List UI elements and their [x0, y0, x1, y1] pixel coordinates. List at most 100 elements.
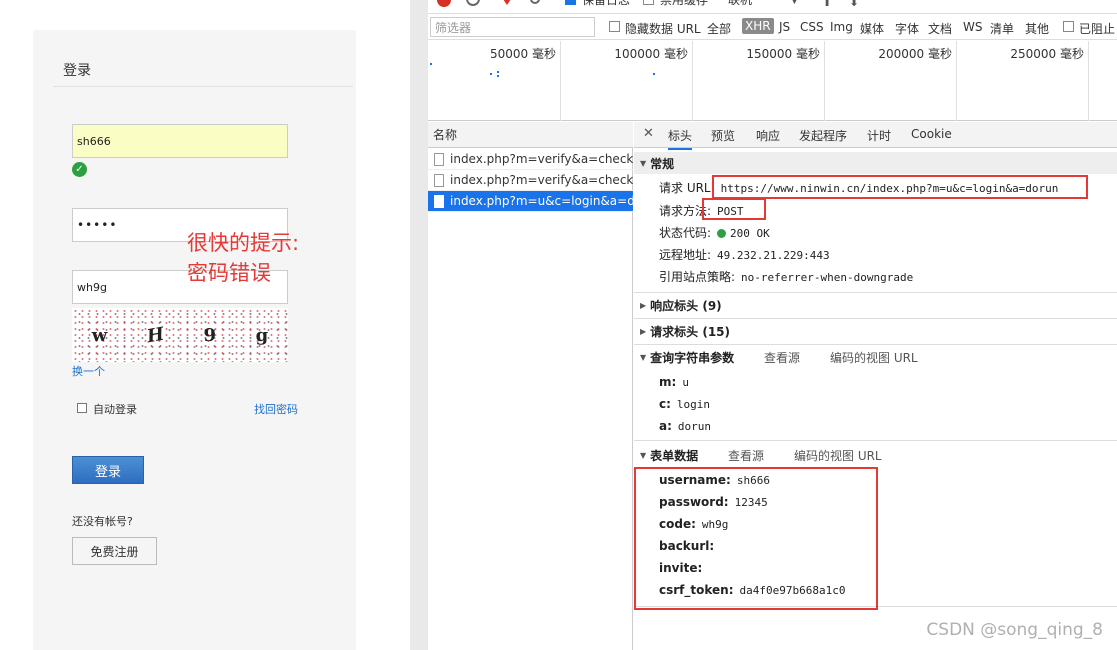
request-row[interactable]: index.php?m=verify&a=check... [428, 149, 633, 170]
request-row[interactable]: index.php?m=verify&a=check... [428, 170, 633, 191]
request-url-key: 请求 URL: [659, 181, 715, 195]
referrer-policy-key: 引用站点策略: [659, 270, 736, 284]
timeline-divider [692, 41, 693, 121]
type-filter-css[interactable]: CSS [800, 20, 824, 34]
view-source-link[interactable]: 查看源 [764, 349, 800, 366]
timeline-label: 150000 毫秒 [746, 47, 820, 61]
param-value: u [682, 376, 689, 389]
request-headers-section-header[interactable]: ▶ 请求标头 (15) [634, 320, 1117, 342]
preserve-log-checkbox[interactable] [565, 0, 576, 5]
find-password-link[interactable]: 找回密码 [254, 401, 298, 417]
check-icon: ✓ [72, 162, 87, 177]
filter-icon[interactable] [501, 0, 513, 5]
timeline-request-mark [490, 73, 492, 75]
captcha-image[interactable]: w H 9 g [72, 308, 288, 362]
type-filter-other[interactable]: 其他 [1025, 20, 1049, 37]
search-icon[interactable] [530, 0, 540, 4]
filter-input[interactable]: 筛选器 [430, 17, 595, 37]
hide-data-url-label: 隐藏数据 URL [625, 22, 701, 36]
record-icon[interactable] [437, 0, 451, 7]
query-params-section-header[interactable]: ▼ 查询字符串参数 查看源 编码的视图 URL [634, 346, 1117, 368]
type-filter-all[interactable]: 全部 [707, 20, 731, 37]
timeline-request-mark [497, 71, 499, 73]
request-list: 名称 index.php?m=verify&a=check... index.p… [428, 122, 633, 650]
request-row-selected[interactable]: index.php?m=u&c=login&a=d... [428, 191, 633, 212]
captcha-char: g [255, 324, 269, 346]
type-filter-js[interactable]: JS [779, 20, 790, 34]
view-url-encoded-link[interactable]: 编码的视图 URL [794, 447, 882, 464]
throttle-select[interactable]: 联机 [728, 0, 752, 8]
status-key: 状态代码: [659, 226, 712, 240]
name-column-header[interactable]: 名称 [428, 122, 633, 148]
download-icon[interactable]: ⬇ [849, 0, 859, 9]
disable-cache-checkbox[interactable] [643, 0, 654, 5]
param-key: a: [659, 419, 672, 433]
login-button[interactable]: 登录 [72, 456, 144, 484]
close-icon[interactable]: ✕ [643, 126, 654, 141]
login-card: 登录 sh666 ✓ ••••• wh9g w H 9 g 换一个 自动登录 找… [33, 30, 356, 650]
tab-timing[interactable]: 计时 [867, 127, 891, 144]
captcha-char: H [145, 323, 166, 347]
query-param-row: a: dorun [659, 419, 711, 433]
register-button[interactable]: 免费注册 [72, 537, 157, 565]
type-filter-xhr[interactable]: XHR [742, 18, 774, 34]
timeline-overview[interactable]: 50000 毫秒 100000 毫秒 150000 毫秒 200000 毫秒 2… [428, 41, 1117, 121]
timeline-label: 200000 毫秒 [878, 47, 952, 61]
section-title: 表单数据 [650, 448, 699, 463]
login-page: 登录 sh666 ✓ ••••• wh9g w H 9 g 换一个 自动登录 找… [0, 0, 410, 650]
general-section-header[interactable]: ▼ 常规 [634, 152, 1117, 174]
timeline-divider [824, 41, 825, 121]
section-title: 查询字符串参数 [650, 350, 735, 365]
file-icon [434, 194, 444, 208]
type-filter-media[interactable]: 媒体 [860, 20, 884, 37]
type-filter-doc[interactable]: 文档 [928, 20, 952, 37]
type-filter-img[interactable]: Img [830, 20, 853, 34]
blocked-checkbox[interactable] [1063, 21, 1074, 32]
timeline-label: 100000 毫秒 [614, 47, 688, 61]
divider [53, 86, 353, 87]
refresh-captcha-link[interactable]: 换一个 [72, 363, 105, 379]
blocked-label: 已阻止 [1079, 22, 1116, 36]
timeline-label: 50000 毫秒 [490, 47, 556, 61]
window-divider [410, 0, 428, 650]
tab-cookies[interactable]: Cookie [911, 127, 952, 141]
view-url-encoded-link[interactable]: 编码的视图 URL [830, 349, 918, 366]
annotation-text: 很快的提示: 密码错误 [187, 231, 300, 285]
timeline-label: 250000 毫秒 [1010, 47, 1084, 61]
form-data-section-header[interactable]: ▼ 表单数据 查看源 编码的视图 URL [634, 444, 1117, 466]
request-name: index.php?m=verify&a=check... [450, 173, 633, 187]
upload-icon[interactable]: ⬆ [822, 0, 832, 9]
status-value: 200 OK [730, 227, 770, 240]
tab-response[interactable]: 响应 [756, 127, 780, 144]
timeline-divider [956, 41, 957, 121]
tab-initiator[interactable]: 发起程序 [799, 127, 847, 144]
clear-icon[interactable] [466, 0, 480, 6]
filter-bar: 筛选器 隐藏数据 URL 全部 XHR JS CSS Img 媒体 字体 文档 … [428, 14, 1117, 40]
request-details: ✕ 标头 预览 响应 发起程序 计时 Cookie ▼ 常规 请求 URL: ht… [634, 122, 1117, 650]
no-account-text: 还没有帐号? [72, 515, 133, 528]
divider [634, 292, 1117, 293]
remote-address-key: 远程地址: [659, 248, 712, 262]
view-source-link[interactable]: 查看源 [728, 447, 764, 464]
divider [634, 318, 1117, 319]
request-name: index.php?m=u&c=login&a=d... [450, 194, 633, 208]
auto-login-checkbox[interactable] [77, 403, 87, 413]
captcha-char: w [91, 324, 108, 346]
login-title: 登录 [63, 63, 91, 79]
response-headers-section-header[interactable]: ▶ 响应标头 (9) [634, 294, 1117, 316]
hide-data-url-checkbox[interactable] [609, 21, 620, 32]
tab-headers[interactable]: 标头 [668, 127, 693, 150]
collapsed-triangle-icon: ▶ [640, 326, 647, 336]
referrer-policy-row: 引用站点策略: no-referrer-when-downgrade [659, 268, 913, 285]
type-filter-manifest[interactable]: 清单 [990, 20, 1014, 37]
network-toolbar: 保留日志 禁用缓存 联机 ▼ ⬆ ⬇ [428, 0, 1117, 14]
divider [634, 344, 1117, 345]
query-param-row: c: login [659, 397, 710, 411]
type-filter-font[interactable]: 字体 [895, 20, 919, 37]
param-key: m: [659, 375, 677, 389]
timeline-divider [1088, 41, 1089, 121]
section-title: 请求标头 (15) [650, 324, 731, 339]
type-filter-ws[interactable]: WS [963, 20, 982, 34]
username-input[interactable]: sh666 [72, 124, 288, 158]
tab-preview[interactable]: 预览 [711, 127, 735, 144]
